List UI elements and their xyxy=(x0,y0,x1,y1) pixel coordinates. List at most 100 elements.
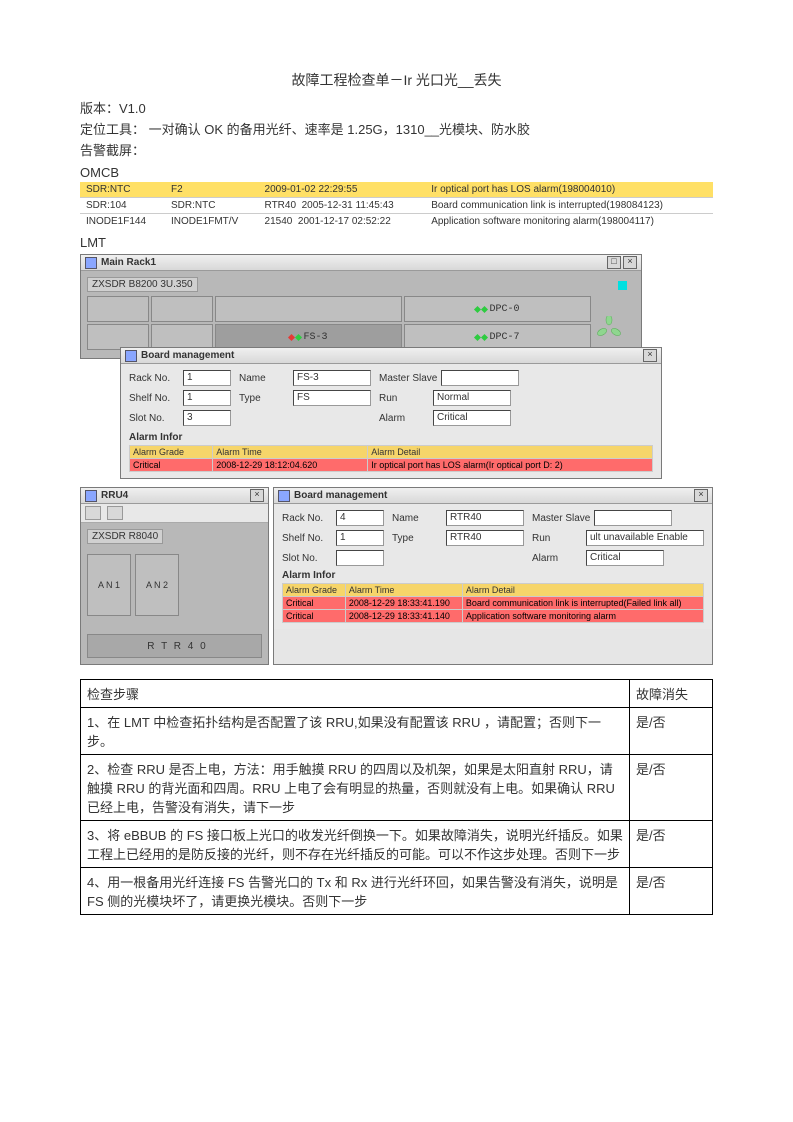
check-step: 4、用一根备用光纤连接 FS 告警光口的 Tx 和 Rx 进行光纤环回，如果告警… xyxy=(81,868,630,915)
check-result: 是/否 xyxy=(630,868,713,915)
lmt-label: LMT xyxy=(80,235,713,250)
omcb-header-row: SDR:NTC F2 2009-01-02 22:29:55 Ir optica… xyxy=(80,182,713,198)
slot-dpc0-label: DPC-0 xyxy=(489,304,519,315)
omcb-label: OMCB xyxy=(80,165,713,180)
rru-toolbar xyxy=(81,504,268,523)
name-label: Name xyxy=(239,373,289,384)
alarm-table: Alarm Grade Alarm Time Alarm Detail Crit… xyxy=(129,445,653,472)
checklist-row: 1、在 LMT 中检查拓扑结构是否配置了该 RRU,如果没有配置该 RRU ，请… xyxy=(81,708,713,755)
rack-model-label: ZXSDR B8200 3U.350 xyxy=(87,277,198,292)
shelf-no-input[interactable]: 1 xyxy=(183,390,231,406)
shelf-no-input[interactable]: 1 xyxy=(336,530,384,546)
bm-title: Board management xyxy=(141,350,234,361)
lower-pane: RRU4 × ZXSDR R8040 A N 1 A N 2 R T R 4 0… xyxy=(80,483,713,665)
version-line: 版本：V1.0 xyxy=(80,98,713,117)
check-step: 2、检查 RRU 是否上电，方法：用手触摸 RRU 的四周以及机架，如果是太阳直… xyxy=(81,755,630,821)
alarm-header-row: Alarm Grade Alarm Time Alarm Detail xyxy=(130,446,653,459)
rru-window: RRU4 × ZXSDR R8040 A N 1 A N 2 R T R 4 0 xyxy=(80,487,269,665)
close-icon[interactable]: × xyxy=(250,489,264,502)
main-rack-titlebar: Main Rack1 □ × xyxy=(81,255,641,271)
close-icon[interactable]: × xyxy=(694,489,708,502)
window-icon xyxy=(85,257,97,269)
slot-no-input[interactable] xyxy=(336,550,384,566)
rru-title: RRU4 xyxy=(101,490,128,501)
window-icon xyxy=(125,350,137,362)
alarm-col-detail: Alarm Detail xyxy=(368,446,653,459)
omcb-h2: 2009-01-02 22:29:55 xyxy=(259,182,426,198)
bm-titlebar: Board management × xyxy=(121,348,661,364)
checklist-header: 检查步骤 故障消失 xyxy=(81,680,713,708)
check-result: 是/否 xyxy=(630,821,713,868)
tool-value: 一对确认 OK 的备用光纤、速率是 1.25G，1310__光模块、防水胶 xyxy=(145,122,530,137)
window-icon xyxy=(85,490,97,502)
bm-form: Rack No.1 NameFS-3 Master Slave Shelf No… xyxy=(121,364,661,478)
check-header-step: 检查步骤 xyxy=(81,680,630,708)
rru-model-label: ZXSDR R8040 xyxy=(87,529,163,544)
check-step: 1、在 LMT 中检查拓扑结构是否配置了该 RRU,如果没有配置该 RRU ，请… xyxy=(81,708,630,755)
run-input[interactable]: ult unavailable Enable xyxy=(586,530,704,546)
checklist-row: 3、将 eBBUB 的 FS 接口板上光口的收发光纤倒换一下。如果故障消失，说明… xyxy=(81,821,713,868)
rack-no-label: Rack No. xyxy=(129,373,179,384)
rack-no-input[interactable]: 1 xyxy=(183,370,231,386)
screenshot-label: 告警截屏： xyxy=(80,140,713,159)
slot-no-label: Slot No. xyxy=(129,413,179,424)
slot-dpc7-label: DPC-7 xyxy=(489,332,519,343)
status-dot-cyan xyxy=(618,281,627,290)
omcb-h1: F2 xyxy=(165,182,259,198)
led-green xyxy=(481,305,488,312)
version-value: V1.0 xyxy=(119,101,146,116)
slot-fs3-label: FS-3 xyxy=(303,332,327,343)
alarm-col-grade: Alarm Grade xyxy=(130,446,213,459)
board-management-window: Board management × Rack No.1 NameFS-3 Ma… xyxy=(120,347,662,479)
alarm-header-row: Alarm Grade Alarm Time Alarm Detail xyxy=(283,584,704,597)
close-icon[interactable]: × xyxy=(643,349,657,362)
check-result: 是/否 xyxy=(630,755,713,821)
omcb-h0: SDR:NTC xyxy=(80,182,165,198)
board-management2-window: Board management × Rack No.4 NameRTR40 M… xyxy=(273,487,713,665)
alarm-row-critical[interactable]: Critical 2008-12-29 18:12:04.620 Ir opti… xyxy=(130,459,653,472)
slot-empty[interactable] xyxy=(87,296,149,322)
toolbar-button[interactable] xyxy=(107,506,123,520)
tool-label: 定位工具： xyxy=(80,122,145,137)
alarm-infor-label: Alarm Infor xyxy=(282,570,704,581)
name-input[interactable]: FS-3 xyxy=(293,370,371,386)
alarm-input[interactable]: Critical xyxy=(433,410,511,426)
slot-empty[interactable] xyxy=(151,296,213,322)
checklist-row: 2、检查 RRU 是否上电，方法：用手触摸 RRU 的四周以及机架，如果是太阳直… xyxy=(81,755,713,821)
maximize-icon[interactable]: □ xyxy=(607,256,621,269)
omcb-row: SDR:104 SDR:NTC RTR40 2005-12-31 11:45:4… xyxy=(80,198,713,214)
type-input[interactable]: RTR40 xyxy=(446,530,524,546)
type-input[interactable]: FS xyxy=(293,390,371,406)
alarm2-table: Alarm Grade Alarm Time Alarm Detail Crit… xyxy=(282,583,704,623)
led-green xyxy=(295,333,302,340)
slot-empty[interactable] xyxy=(215,296,402,322)
master-input[interactable] xyxy=(594,510,672,526)
alarm-row-critical[interactable]: Critical 2008-12-29 18:33:41.140 Applica… xyxy=(283,610,704,623)
type-label: Type xyxy=(239,393,289,404)
toolbar-button[interactable] xyxy=(85,506,101,520)
slot-dpc0[interactable]: DPC-0 xyxy=(404,296,591,322)
alarm-row-critical[interactable]: Critical 2008-12-29 18:33:41.190 Board c… xyxy=(283,597,704,610)
tool-line: 定位工具： 一对确认 OK 的备用光纤、速率是 1.25G，1310__光模块、… xyxy=(80,119,713,138)
close-icon[interactable]: × xyxy=(623,256,637,269)
window-icon xyxy=(278,490,290,502)
page-title: 故障工程检查单－Ir 光口光__丢失 xyxy=(80,70,713,90)
slot-no-input[interactable]: 3 xyxy=(183,410,231,426)
rtr-slot[interactable]: R T R 4 0 xyxy=(87,634,262,658)
fan-icon xyxy=(597,316,621,340)
rru-slot-a2[interactable]: A N 2 xyxy=(135,554,179,616)
alarm-input[interactable]: Critical xyxy=(586,550,664,566)
bm2-form: Rack No.4 NameRTR40 Master Slave Shelf N… xyxy=(274,504,712,629)
rack-no-input[interactable]: 4 xyxy=(336,510,384,526)
omcb-h3: Ir optical port has LOS alarm(198004010) xyxy=(425,182,713,198)
led-green xyxy=(481,333,488,340)
alarm-col-time: Alarm Time xyxy=(213,446,368,459)
run-input[interactable]: Normal xyxy=(433,390,511,406)
check-header-result: 故障消失 xyxy=(630,680,713,708)
check-result: 是/否 xyxy=(630,708,713,755)
rack-body: ZXSDR B8200 3U.350 DPC-0 FS-3 xyxy=(81,271,641,358)
master-input[interactable] xyxy=(441,370,519,386)
rru-slot-a1[interactable]: A N 1 xyxy=(87,554,131,616)
name-input[interactable]: RTR40 xyxy=(446,510,524,526)
omcb-table: SDR:NTC F2 2009-01-02 22:29:55 Ir optica… xyxy=(80,182,713,229)
